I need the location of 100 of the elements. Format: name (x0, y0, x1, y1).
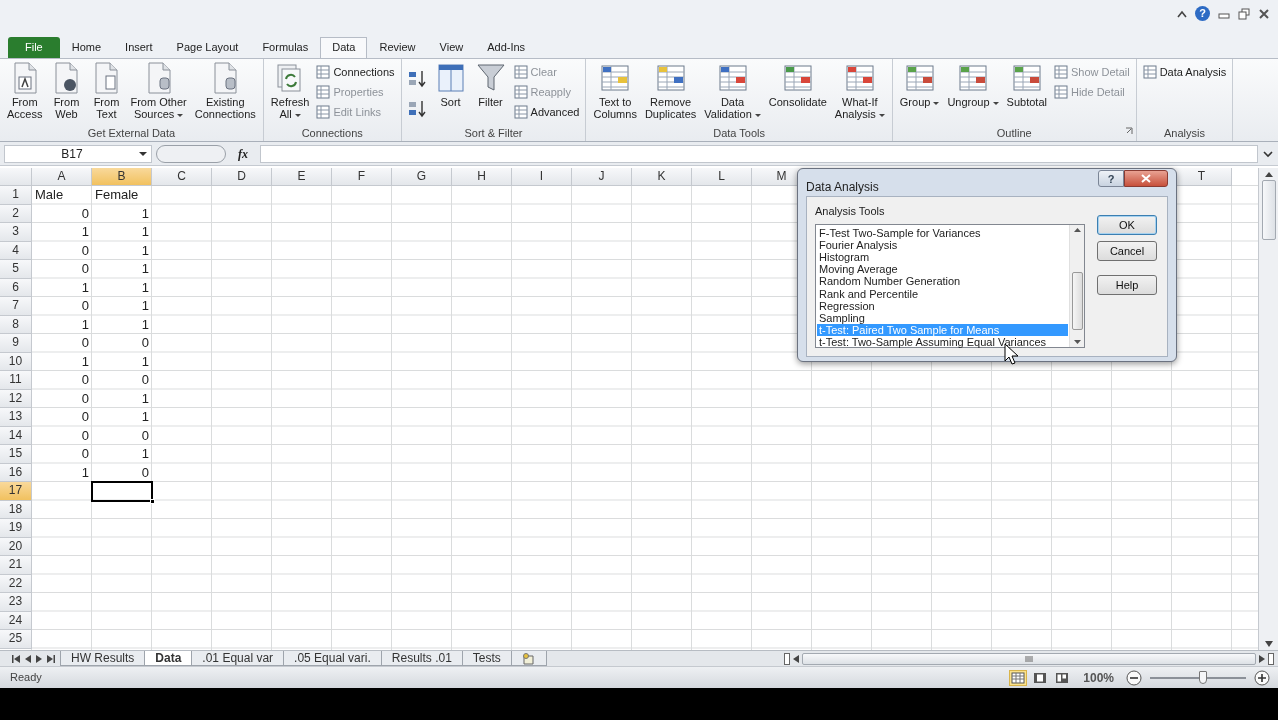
column-header[interactable]: T (1172, 168, 1232, 186)
row-header[interactable]: 23 (0, 593, 32, 612)
list-item[interactable]: F-Test Two-Sample for Variances (817, 226, 1068, 239)
ribbon-button[interactable]: Connections (314, 63, 397, 81)
table-cell-text: 0 (80, 445, 90, 463)
ribbon-button[interactable]: Group (896, 61, 943, 109)
resize-handle[interactable] (156, 144, 226, 163)
vertical-scrollbar[interactable] (1258, 168, 1278, 650)
column-header[interactable]: K (632, 168, 692, 186)
ribbon-button[interactable]: What-If Analysis (831, 61, 888, 121)
ribbon-tab[interactable]: Insert (113, 36, 165, 58)
list-item[interactable]: Histogram (817, 250, 1068, 264)
next-sheet-icon[interactable] (36, 654, 42, 663)
row-header[interactable]: 21 (0, 556, 32, 575)
ribbon-button[interactable]: Sort (431, 61, 470, 109)
list-item[interactable]: Regression (817, 299, 1068, 312)
ribbon-button[interactable]: From Web (47, 61, 86, 121)
row-header[interactable]: 11 (0, 371, 32, 390)
ribbon-tab[interactable]: Data (320, 36, 368, 58)
insert-function-button[interactable]: fx (230, 144, 256, 163)
sheet-tab[interactable]: Data (144, 651, 193, 666)
column-header[interactable]: G (392, 168, 452, 186)
list-item[interactable]: Fourier Analysis (817, 238, 1068, 251)
column-header[interactable]: F (332, 168, 392, 186)
last-sheet-icon[interactable] (47, 654, 55, 663)
column-header[interactable]: A (32, 168, 92, 186)
sheet-tab[interactable]: HW Results (60, 651, 146, 666)
ribbon-tab[interactable]: Page Layout (164, 36, 251, 58)
ribbon-tab[interactable]: Formulas (250, 36, 321, 58)
dialog-launcher-icon[interactable] (1124, 126, 1133, 135)
column-header[interactable]: L (692, 168, 752, 186)
zoom-slider[interactable] (1198, 670, 1207, 684)
row-header[interactable]: 7 (0, 297, 32, 316)
ribbon-button[interactable]: Filter (471, 61, 510, 109)
row-header[interactable]: 25 (0, 630, 32, 649)
close-icon[interactable] (1258, 7, 1270, 20)
row-header[interactable]: 1 (0, 186, 32, 205)
row-header[interactable]: 17 (0, 482, 32, 501)
ribbon-button[interactable]: Text to Columns (590, 61, 640, 121)
ribbon-button[interactable]: From Text (87, 61, 126, 121)
list-item[interactable]: Moving Average (817, 263, 1068, 276)
zoom-level[interactable]: 100% (1075, 668, 1122, 687)
ribbon-button[interactable]: Consolidate (765, 61, 830, 109)
dialog-button[interactable]: OK (1097, 215, 1157, 235)
view-button[interactable] (1009, 669, 1028, 686)
row-header[interactable]: 9 (0, 334, 32, 353)
ribbon-tab[interactable]: View (427, 36, 476, 58)
sheet-tab[interactable]: .01 Equal var (191, 651, 285, 666)
row-header[interactable]: 13 (0, 408, 32, 427)
column-header[interactable]: H (452, 168, 512, 186)
scroll-thumb[interactable] (1071, 271, 1083, 330)
ribbon-button[interactable]: From Access (4, 61, 46, 121)
insert-sheet-button[interactable] (510, 651, 547, 666)
ribbon-button[interactable]: Data Analysis (1140, 63, 1229, 81)
ribbon-button[interactable]: From Other Sources (127, 61, 190, 121)
ribbon-button[interactable]: Advanced (511, 103, 582, 121)
ribbon-button[interactable]: Ungroup (944, 61, 1002, 109)
scroll-thumb[interactable] (1261, 180, 1276, 240)
dialog-button[interactable]: Help (1097, 275, 1157, 295)
zoom-in-icon[interactable] (1254, 669, 1270, 686)
ribbon-button[interactable]: Refresh All (267, 61, 313, 121)
help-button[interactable]: ? (1098, 170, 1124, 187)
column-header[interactable]: C (152, 168, 212, 186)
row-header[interactable]: 3 (0, 223, 32, 242)
sheet-tab[interactable]: .05 Equal vari. (283, 651, 382, 666)
sheet-tab[interactable]: Results .01 (380, 651, 463, 666)
column-header[interactable]: I (512, 168, 572, 186)
collapse-ribbon-icon[interactable] (1177, 9, 1187, 18)
ribbon-tab[interactable]: File (8, 36, 60, 58)
column-header[interactable]: J (572, 168, 632, 186)
first-sheet-icon[interactable] (12, 654, 20, 663)
row-header[interactable]: 19 (0, 519, 32, 538)
table-cell-text: 1 (140, 241, 150, 260)
ribbon-button[interactable]: Data Validation (701, 61, 764, 121)
list-item[interactable]: Random Number Generation (817, 275, 1068, 288)
ribbon-button[interactable]: Subtotal (1003, 61, 1050, 109)
formula-field[interactable] (260, 144, 1258, 163)
column-header[interactable]: E (272, 168, 332, 186)
ribbon-tab[interactable]: Add-Ins (475, 36, 538, 58)
dialog-button[interactable]: Cancel (1097, 241, 1157, 261)
dropdown-icon (139, 150, 147, 157)
ribbon-button[interactable]: Existing Connections (191, 61, 259, 121)
zoom-out-icon[interactable] (1126, 669, 1142, 686)
column-header[interactable]: D (212, 168, 272, 186)
ribbon-tab[interactable]: Review (367, 36, 428, 58)
ribbon-button[interactable]: Remove Duplicates (641, 61, 700, 121)
name-box[interactable]: B17 (4, 144, 152, 163)
list-item[interactable]: Sampling (817, 311, 1068, 325)
list-scrollbar[interactable] (1069, 224, 1084, 347)
list-item[interactable]: Rank and Percentile (817, 287, 1068, 300)
row-header[interactable]: 15 (0, 445, 32, 464)
close-button[interactable] (1124, 170, 1168, 187)
ribbon-tab[interactable]: Home (59, 36, 114, 58)
sheet-tab[interactable]: Tests (461, 651, 512, 666)
previous-sheet-icon[interactable] (25, 654, 31, 663)
list-item[interactable]: t-Test: Two-Sample Assuming Equal Variances (817, 336, 1068, 349)
restore-icon[interactable] (1238, 7, 1250, 20)
column-header[interactable]: B (92, 168, 152, 186)
row-header[interactable]: 5 (0, 260, 32, 279)
horizontal-scrollbar[interactable] (802, 652, 1256, 665)
